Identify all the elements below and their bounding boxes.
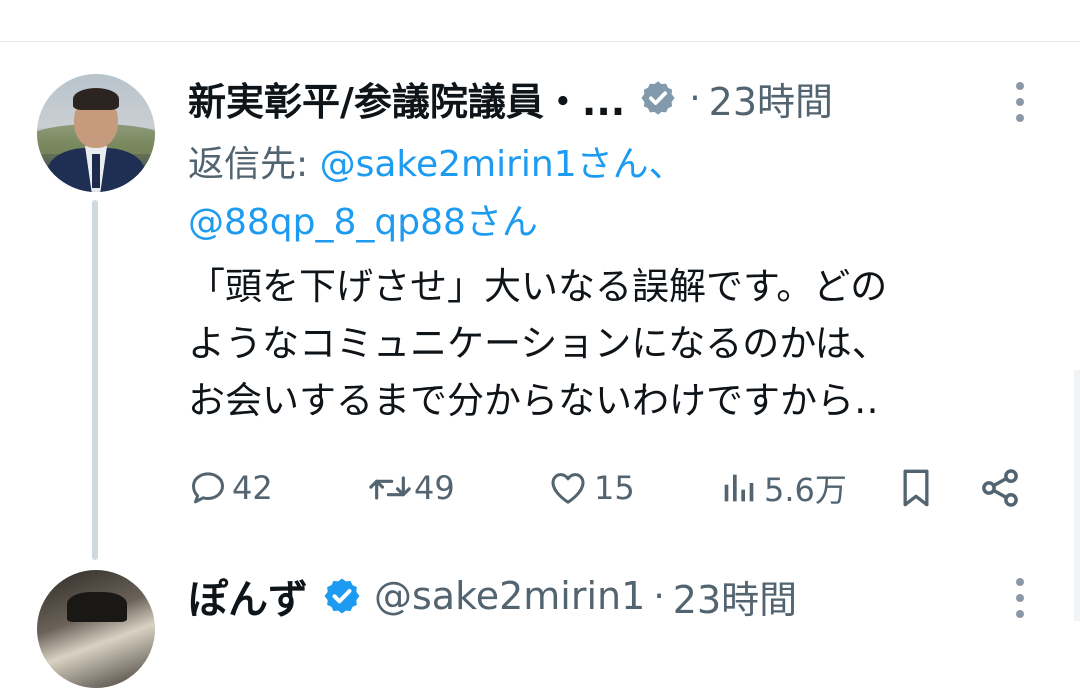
view-count: 5.6万 — [764, 471, 847, 509]
heart-icon — [551, 473, 585, 504]
share-button[interactable] — [978, 462, 1022, 514]
reply-to-line: 返信先: @sake2mirin1さん、 @88qp_8_qp88さん — [188, 136, 1008, 252]
retweet-arrows-icon — [369, 476, 411, 500]
bookmark-button[interactable] — [896, 462, 936, 514]
top-divider — [0, 41, 1080, 42]
author-avatar[interactable] — [37, 74, 155, 192]
tweet-text: 「頭を下げさせ」大いなる誤解です。どの ようなコミュニケーションになるのかは、 … — [188, 265, 889, 422]
like-button[interactable]: 15 — [546, 462, 635, 514]
next-author-name[interactable]: ぽんず — [188, 567, 308, 625]
next-author-handle[interactable]: @sake2mirin1 — [374, 574, 645, 618]
reply-prefix: 返信先: — [188, 144, 320, 185]
retweet-button[interactable]: 49 — [366, 462, 455, 514]
reply-handle-link[interactable]: @sake2mirin1さん、 — [320, 144, 685, 185]
verified-badge-icon — [322, 576, 362, 616]
scrollbar-track[interactable] — [1074, 370, 1080, 621]
next-tweet-timestamp[interactable]: 23時間 — [673, 569, 797, 624]
more-options-icon[interactable] — [1010, 82, 1030, 122]
tweet-timestamp[interactable]: 23時間 — [709, 71, 833, 126]
share-nodes-icon — [982, 469, 1018, 507]
author-name[interactable]: 新実彰平/参議院議員・... — [188, 71, 625, 126]
avatar-tie — [92, 154, 100, 188]
header-separator: · — [689, 77, 701, 119]
avatar-hair — [73, 88, 119, 110]
reply-handle-link[interactable]: @88qp_8_qp88さん — [188, 202, 538, 243]
tweet-action-bar: 42 49 15 5.6万 — [188, 462, 1048, 514]
more-options-icon[interactable] — [1010, 578, 1030, 618]
verified-badge-icon — [639, 79, 677, 117]
thread-connector-line — [92, 200, 98, 560]
retweet-count: 49 — [414, 469, 455, 507]
tweet-header: 新実彰平/参議院議員・... · 23時間 — [188, 72, 833, 124]
bar-chart-icon — [724, 474, 754, 502]
speech-bubble-icon — [192, 472, 224, 504]
reply-count: 42 — [232, 469, 273, 507]
views-button[interactable]: 5.6万 — [718, 462, 847, 514]
like-count: 15 — [594, 469, 635, 507]
bookmark-icon — [903, 469, 929, 507]
avatar-figure — [67, 592, 127, 622]
reply-button[interactable]: 42 — [188, 462, 273, 514]
next-tweet-header: ぽんず @sake2mirin1 · 23時間 — [188, 568, 797, 624]
header-separator: · — [653, 575, 665, 617]
next-author-avatar[interactable] — [37, 570, 155, 688]
